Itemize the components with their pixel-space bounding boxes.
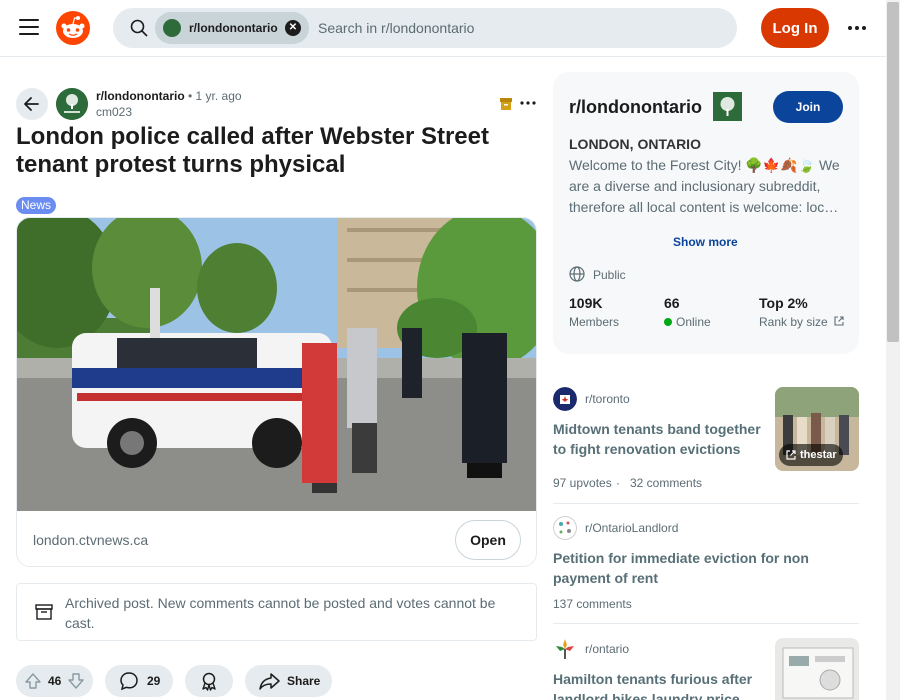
- community-tree-icon: [713, 92, 742, 121]
- related-title[interactable]: Hamilton tenants furious after landlord …: [553, 669, 758, 700]
- online-value: 66: [664, 295, 680, 311]
- online-dot-icon: [664, 318, 672, 326]
- related-comments: 137 comments: [553, 597, 632, 611]
- meta-separator: ·: [616, 476, 620, 490]
- award-button[interactable]: [185, 665, 233, 697]
- share-button[interactable]: Share: [245, 665, 332, 697]
- comment-count: 29: [147, 674, 161, 688]
- rank-label: Rank by size: [759, 315, 828, 329]
- open-link-button[interactable]: Open: [455, 520, 521, 560]
- members-label: Members: [569, 315, 620, 329]
- archived-text: Archived post. New comments cannot be po…: [65, 595, 496, 631]
- community-description: Welcome to the Forest City! 🌳🍁🍂🍃 We are …: [569, 157, 840, 215]
- tree-logo-icon: [56, 88, 88, 120]
- ontario-trillium-icon: [556, 639, 574, 659]
- related-title[interactable]: Midtown tenants band together to fight r…: [553, 419, 768, 459]
- post-author[interactable]: cm023: [96, 105, 132, 119]
- post-title: London police called after Webster Stree…: [16, 123, 489, 178]
- top-header: r/londonontario ✕ Log In: [0, 0, 886, 57]
- reddit-logo-icon[interactable]: [56, 11, 90, 45]
- related-thumbnail[interactable]: thestar: [775, 387, 859, 471]
- archive-box-icon: [35, 604, 53, 620]
- related-post[interactable]: r/OntarioLandlord Petition for immediate…: [553, 516, 859, 611]
- post-options-icon[interactable]: [519, 94, 537, 112]
- related-post[interactable]: r/ontario Hamilton tenants furious after…: [553, 637, 859, 700]
- back-button[interactable]: [16, 88, 48, 120]
- thumb-source-label: thestar: [800, 449, 837, 461]
- subreddit-avatar: [163, 19, 181, 37]
- related-subreddit[interactable]: r/OntarioLandlord: [585, 521, 678, 535]
- rank-link[interactable]: Rank by size: [759, 315, 845, 329]
- subreddit-search-chip[interactable]: r/londonontario ✕: [155, 12, 309, 44]
- external-link-icon: [834, 316, 844, 326]
- divider: [553, 503, 859, 504]
- vote-count: 46: [48, 674, 62, 688]
- related-title[interactable]: Petition for immediate eviction for non …: [553, 548, 843, 588]
- subreddit-avatar[interactable]: [56, 88, 88, 120]
- related-thumbnail[interactable]: [775, 638, 859, 700]
- chip-close-icon[interactable]: ✕: [285, 20, 301, 36]
- community-info-card: r/londonontario Join LONDON, ONTARIO Wel…: [553, 72, 859, 354]
- related-upvotes: 97 upvotes: [553, 476, 612, 490]
- join-button[interactable]: Join: [773, 91, 843, 123]
- archive-icon: [500, 98, 512, 110]
- scrollbar-thumb[interactable]: [887, 2, 899, 342]
- globe-icon: [569, 266, 585, 282]
- arrow-left-icon: [24, 97, 39, 111]
- show-more-button[interactable]: Show more: [673, 235, 738, 249]
- vote-control: 46: [16, 665, 93, 697]
- chip-label: r/londonontario: [189, 21, 278, 35]
- community-name[interactable]: r/londonontario: [569, 97, 702, 118]
- share-icon: [259, 673, 280, 690]
- online-label-wrap: Online: [664, 315, 711, 329]
- rank-value: Top 2%: [759, 295, 808, 311]
- award-icon: [202, 672, 216, 691]
- link-domain[interactable]: london.ctvnews.ca: [33, 532, 148, 548]
- related-post[interactable]: r/toronto Midtown tenants band together …: [553, 387, 859, 490]
- related-subreddit[interactable]: r/ontario: [585, 642, 629, 656]
- related-comments: 32 comments: [630, 476, 703, 490]
- post-image[interactable]: [17, 218, 537, 511]
- thumbnail-image: [775, 638, 859, 700]
- comment-icon: [120, 672, 138, 691]
- post-flair[interactable]: News: [16, 197, 57, 214]
- ontariolandlord-avatar-icon: [553, 516, 577, 540]
- community-heading: LONDON, ONTARIO: [569, 136, 701, 152]
- visibility-label: Public: [593, 268, 626, 282]
- external-link-icon: [786, 450, 796, 460]
- search-bar[interactable]: r/londonontario ✕: [113, 8, 737, 48]
- search-icon: [130, 19, 148, 37]
- link-preview-card[interactable]: london.ctvnews.ca Open: [16, 217, 537, 567]
- thumb-source-badge: thestar: [779, 444, 843, 466]
- comments-button[interactable]: 29: [105, 665, 173, 697]
- upvote-icon[interactable]: [23, 671, 43, 691]
- login-button[interactable]: Log In: [761, 8, 829, 48]
- post-subreddit-link[interactable]: r/londonontario: [96, 89, 185, 103]
- more-options-icon[interactable]: [845, 16, 869, 40]
- toronto-avatar-icon: [553, 387, 577, 411]
- hamburger-menu-icon[interactable]: [19, 19, 39, 37]
- archived-notice: Archived post. New comments cannot be po…: [16, 583, 537, 641]
- divider: [553, 623, 859, 624]
- related-subreddit[interactable]: r/toronto: [585, 392, 630, 406]
- search-input[interactable]: [318, 8, 718, 48]
- online-label: Online: [676, 315, 711, 329]
- members-value: 109K: [569, 295, 603, 311]
- downvote-icon[interactable]: [66, 671, 86, 691]
- post-timestamp: • 1 yr. ago: [188, 89, 242, 103]
- share-label: Share: [287, 674, 321, 688]
